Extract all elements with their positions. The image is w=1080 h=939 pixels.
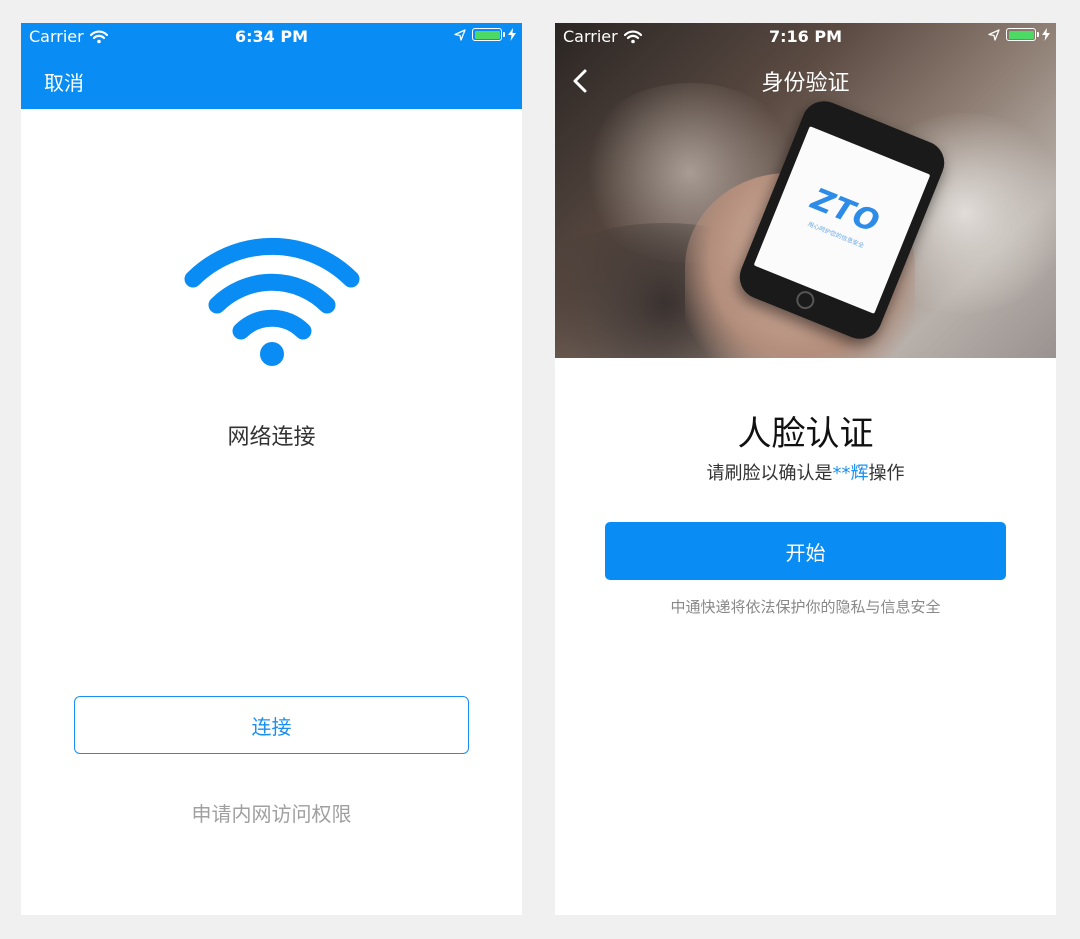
- network-connect-screen: Carrier 6:34 PM 取消 网络连接 连接 申请内网访问权限: [21, 23, 522, 915]
- location-arrow-icon: [988, 28, 1000, 41]
- start-button[interactable]: 开始: [605, 522, 1006, 580]
- status-time: 6:34 PM: [234, 27, 308, 46]
- nav-bar: Carrier 6:34 PM 取消: [21, 23, 522, 109]
- wifi-icon: [184, 237, 360, 366]
- privacy-notice: 中通快递将依法保护你的隐私与信息安全: [670, 598, 941, 616]
- cancel-button[interactable]: 取消: [44, 67, 84, 96]
- nav-title: 身份验证: [761, 71, 850, 96]
- confirm-subtitle: 请刷脸以确认是**辉操作: [555, 459, 1056, 485]
- apply-access-link[interactable]: 申请内网访问权限: [21, 798, 522, 827]
- location-arrow-icon: [454, 28, 466, 41]
- page-title: 人脸认证: [737, 414, 874, 454]
- user-name: **辉: [832, 463, 869, 484]
- subtitle-suffix: 操作: [868, 463, 905, 484]
- subtitle-prefix: 请刷脸以确认是: [706, 463, 833, 484]
- charging-bolt-icon: [508, 28, 516, 41]
- home-button-illustration: [793, 288, 818, 312]
- page-title: 网络连接: [227, 425, 316, 450]
- status-bar: Carrier 7:16 PM: [555, 23, 1056, 51]
- charging-bolt-icon: [1042, 28, 1050, 41]
- hero-image: ZTO 用心呵护您的信息安全 Carrier 7:16 PM 身份验证: [555, 23, 1056, 358]
- status-time: 7:16 PM: [768, 27, 842, 46]
- identity-verify-screen: ZTO 用心呵护您的信息安全 Carrier 7:16 PM 身份验证 人脸认证…: [555, 23, 1056, 915]
- status-bar: Carrier 6:34 PM: [21, 23, 522, 51]
- connect-button[interactable]: 连接: [74, 696, 469, 754]
- battery-icon: [472, 28, 505, 41]
- battery-icon: [1006, 28, 1039, 41]
